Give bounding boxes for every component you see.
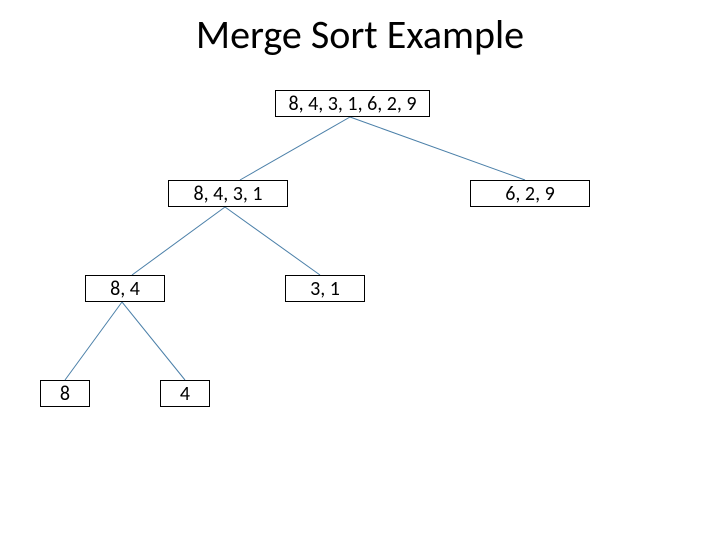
node-lr2: 3, 1 xyxy=(285,275,365,302)
node-left1: 8, 4, 3, 1 xyxy=(168,180,288,207)
tree-connectors xyxy=(0,0,720,540)
node-llr3: 4 xyxy=(160,380,210,407)
node-root: 8, 4, 3, 1, 6, 2, 9 xyxy=(275,90,430,117)
node-lll3: 8 xyxy=(40,380,90,407)
node-ll2: 8, 4 xyxy=(85,275,165,302)
node-right1: 6, 2, 9 xyxy=(470,180,590,207)
page-title: Merge Sort Example xyxy=(0,10,720,59)
